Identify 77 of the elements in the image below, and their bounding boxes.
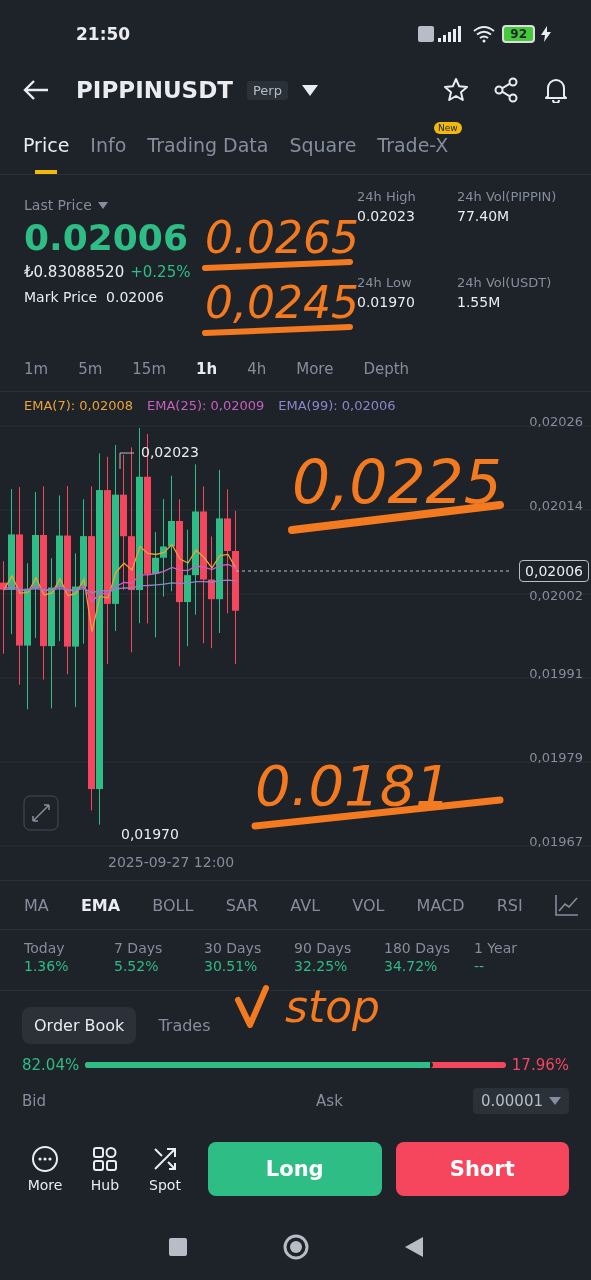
stat-label: 24h Vol(USDT) (457, 275, 553, 290)
period-label: 90 Days (294, 940, 353, 956)
short-button[interactable]: Short (395, 1142, 569, 1196)
current-price-label: 0,02006 (519, 560, 589, 582)
stat-value: 1.55M (457, 294, 502, 310)
handwritten-note: 0,0225 (292, 452, 502, 512)
indicator-tab[interactable]: EMA (80, 895, 121, 915)
handwritten-note: stop (285, 985, 381, 1029)
toolbar-button[interactable]: More (22, 1145, 68, 1193)
interval-tab[interactable]: 15m (132, 360, 166, 378)
clock: 21:50 (76, 24, 131, 44)
period-change: 32.25% (294, 958, 349, 974)
ema-legend: EMA(99): 0,02006 (278, 398, 396, 418)
interval-tab[interactable]: 5m (78, 360, 103, 378)
mark-price: Mark Price 0.02006 (24, 289, 165, 305)
period-change: 5.52% (114, 958, 160, 974)
axis-label: 0,01967 (529, 834, 583, 849)
handwritten-note: 0.0181 (255, 758, 451, 814)
axis-label: 0,01991 (529, 666, 583, 681)
tab[interactable]: Trading Data (147, 116, 269, 174)
handwritten-note: 0.0265 (205, 216, 359, 260)
axis-label: 0,01979 (529, 750, 583, 765)
stat-value: 0.02023 (357, 208, 416, 224)
book-tab[interactable]: Order Book (22, 1007, 137, 1044)
fiat-price: ₺0.83088520 (24, 263, 125, 281)
axis-label: 0,02014 (529, 498, 583, 513)
toolbar-button[interactable]: Hub (82, 1145, 128, 1193)
toolbar-button[interactable]: Spot (142, 1145, 188, 1193)
date-label: 2025-09-27 12:00 (107, 854, 236, 872)
period-label: Today (24, 940, 66, 956)
axis-label: 0,02026 (529, 414, 583, 429)
perp-badge: Perp (246, 80, 288, 100)
last-price: 0.02006 (24, 217, 189, 258)
stat-label: 24h Vol(PIPPIN) (457, 189, 558, 204)
indicator-tab[interactable]: MACD (416, 895, 465, 915)
battery-indicator: 92 (502, 25, 535, 43)
bid-header: Bid (22, 1092, 46, 1110)
interval-tab[interactable]: 1m (24, 360, 49, 378)
tab[interactable]: Square (289, 116, 357, 174)
indicator-tab[interactable]: VOL (352, 895, 385, 915)
interval-tab[interactable]: Depth (363, 360, 410, 378)
indicator-tab[interactable]: SAR (225, 895, 259, 915)
ask-header: Ask (316, 1092, 343, 1110)
handwritten-note: 0,0245 (205, 281, 359, 325)
new-badge: New (434, 122, 462, 134)
ema-legend: EMA(7): 0,02008 (24, 398, 133, 418)
stat-label: 24h High (357, 189, 417, 204)
period-change: 1.36% (24, 958, 70, 974)
price-change: +0.25% (130, 263, 191, 281)
tab[interactable]: Info (90, 116, 127, 174)
book-tab[interactable]: Trades (146, 1007, 223, 1044)
stat-value: 0.01970 (357, 294, 416, 310)
period-label: 7 Days (114, 940, 164, 956)
period-change: -- (474, 958, 486, 974)
period-label: 1 Year (474, 940, 518, 956)
interval-tab[interactable]: 4h (247, 360, 267, 378)
stat-value: 77.40M (457, 208, 511, 224)
indicator-tab[interactable]: MA (24, 895, 49, 915)
indicator-tab[interactable]: RSI (496, 895, 523, 915)
last-price-label[interactable]: Last Price (24, 197, 92, 213)
period-label: 30 Days (204, 940, 263, 956)
stat-label: 24h Low (357, 275, 413, 290)
bid-ratio: 82.04% (22, 1056, 80, 1074)
period-change: 30.51% (204, 958, 259, 974)
low-price-label: 0,01970 (121, 826, 179, 842)
axis-label: 0,02002 (529, 588, 583, 603)
indicator-tab[interactable]: AVL (290, 895, 321, 915)
ask-ratio: 17.96% (511, 1056, 569, 1074)
period-label: 180 Days (384, 940, 452, 956)
tab[interactable]: Price (23, 116, 70, 174)
indicator-tab[interactable]: BOLL (152, 895, 194, 915)
period-change: 34.72% (384, 958, 439, 974)
precision-dropdown[interactable]: 0.00001 (472, 1088, 569, 1114)
symbol-title[interactable]: PIPPINUSDT (76, 77, 233, 103)
interval-tab[interactable]: More (296, 360, 334, 378)
ema-legend: EMA(25): 0,02009 (147, 398, 265, 418)
interval-tab[interactable]: 1h (196, 360, 218, 378)
